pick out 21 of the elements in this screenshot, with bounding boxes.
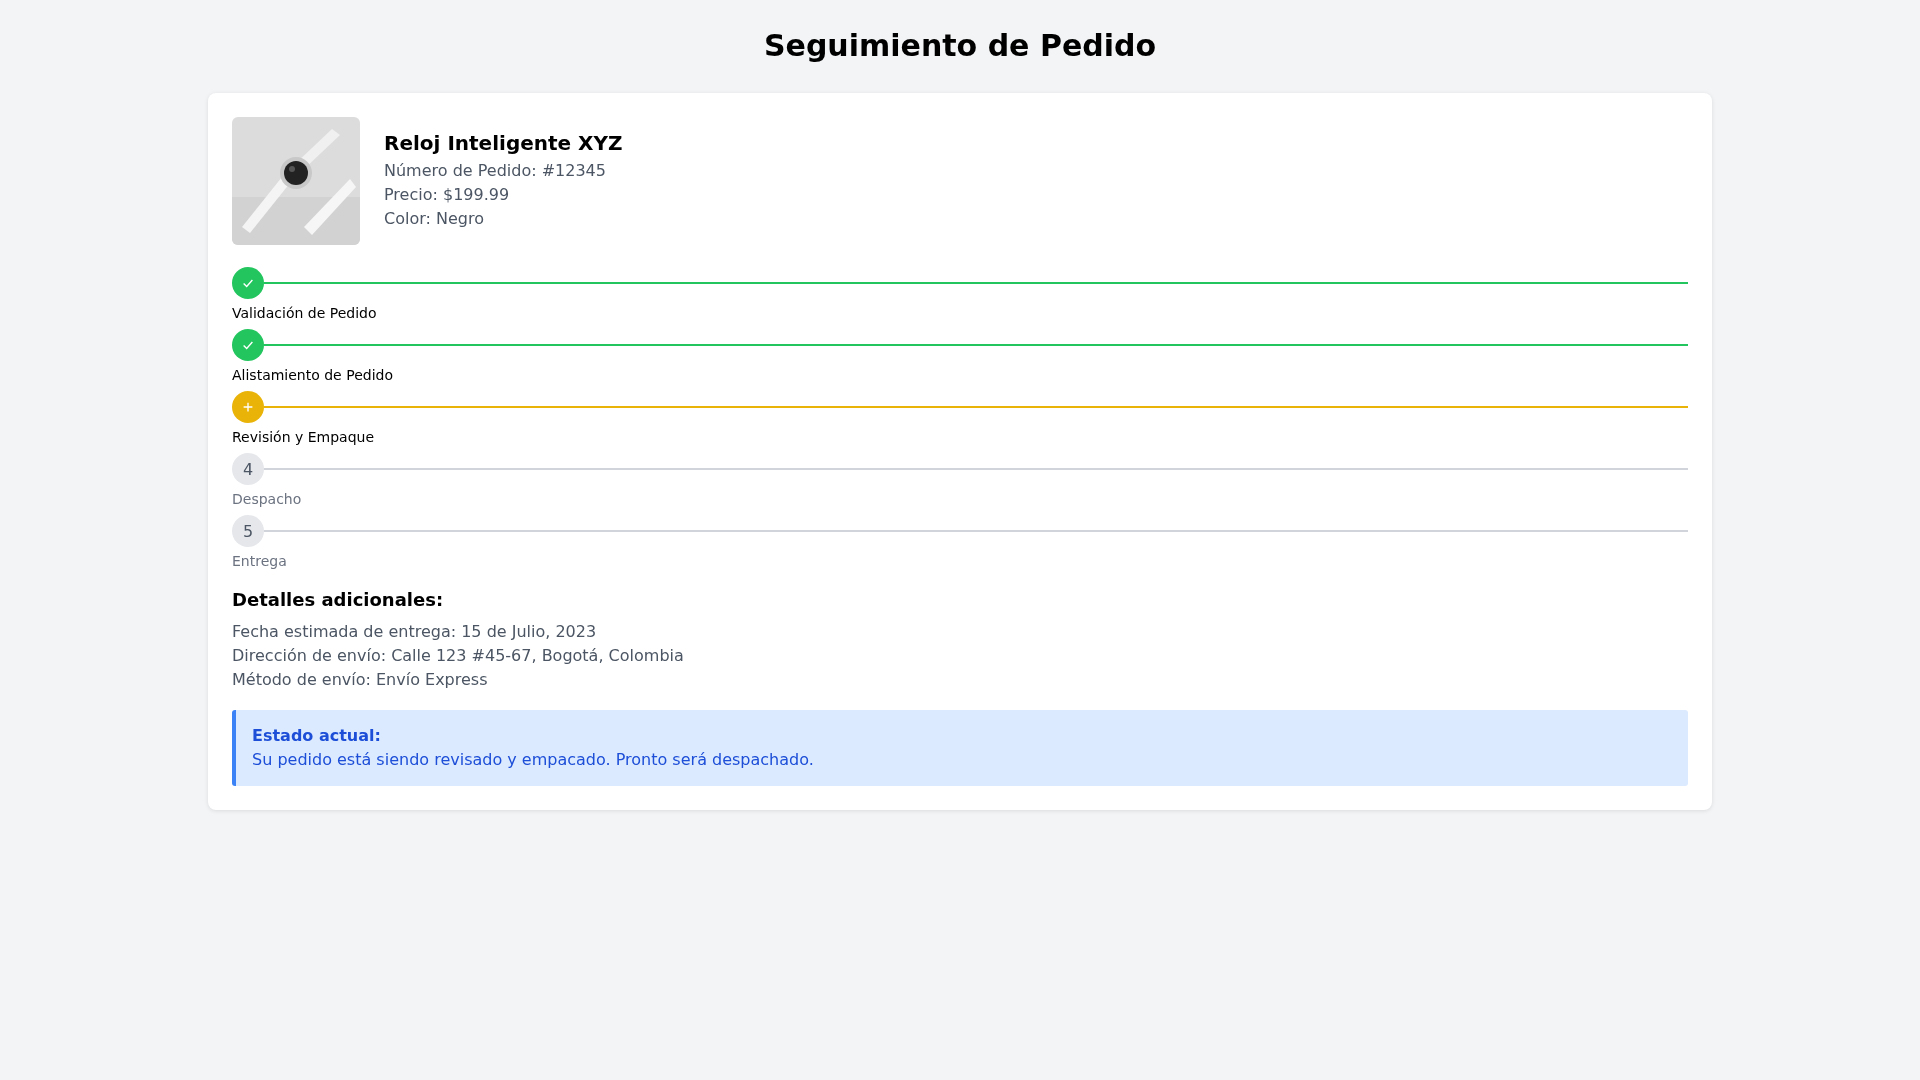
product-name: Reloj Inteligente XYZ [384,131,623,155]
step-label: Despacho [232,491,302,507]
product-color: Color: Negro [384,208,485,230]
step-label: Revisión y Empaque [232,429,375,445]
check-icon [232,267,264,299]
page-title: Seguimiento de Pedido [763,28,1157,63]
status-text: Su pedido está siendo revisado y empacado. Pronto será despachado. [252,749,815,771]
detail-line: Dirección de envío: Calle 123 #45-67, Bogotá, Colombia [232,645,685,667]
status-heading: Estado actual: [252,725,382,747]
detail-line: Método de envío: Envío Express [232,669,489,691]
detail-line: Fecha estimada de entrega: 15 de Julio, 2023 [232,621,598,643]
step-number: 5 [232,515,264,547]
plus-icon [232,391,264,423]
product-price: Precio: $199.99 [384,184,511,206]
step-label: Entrega [232,553,287,569]
check-icon [232,329,264,361]
step-label: Alistamiento de Pedido [232,367,393,383]
order-number: Número de Pedido: #12345 [384,160,607,182]
step-label: Validación de Pedido [232,305,377,321]
step-number: 4 [232,453,264,485]
details-heading: Detalles adicionales: [232,589,445,610]
